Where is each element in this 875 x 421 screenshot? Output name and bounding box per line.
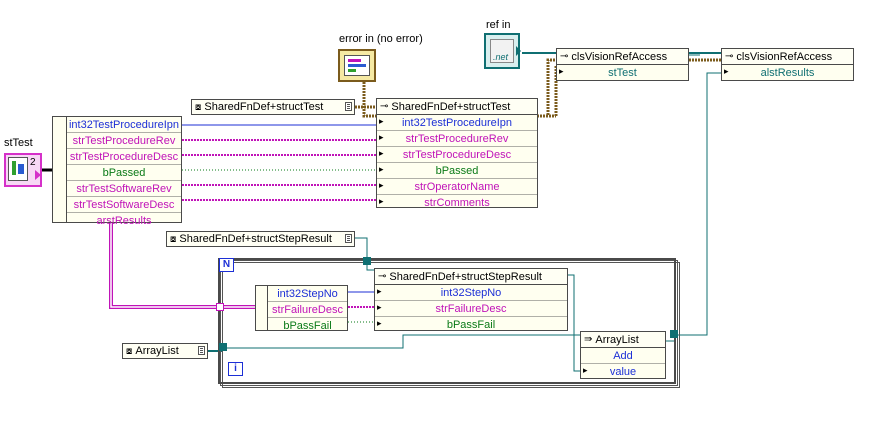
bundle-item[interactable]: ▸ strTestProcedureDesc [377, 147, 537, 163]
property-item[interactable]: ▸ alstResults [722, 65, 853, 80]
ref-tunnel-in[interactable] [219, 343, 227, 351]
loop-count-terminal[interactable]: N [219, 258, 234, 272]
invoke-arrow-icon: ⇛ [584, 334, 593, 345]
property-header: ⊸ clsVisionRefAccess [722, 49, 853, 65]
wires-unbundle-to-bundle[interactable] [182, 124, 376, 201]
input-arrow-icon: ▸ [377, 318, 382, 328]
stepresult-tunnel[interactable] [363, 257, 371, 265]
key-icon: ⊸ [725, 51, 734, 62]
key-icon: ⊸ [560, 51, 569, 62]
wire-bundle-out[interactable] [537, 58, 556, 118]
ref-in-label: ref in [486, 19, 511, 31]
error-cluster-icon [344, 55, 370, 76]
bundle-item[interactable]: ▸ strComments [377, 195, 537, 210]
bundle-item[interactable]: ▸ bPassFail [375, 317, 567, 332]
bundle-item[interactable]: ▸ strOperatorName [377, 179, 537, 195]
unbundle-by-name-sttest[interactable]: int32TestProcedureIpn strTestProcedureRe… [52, 116, 182, 227]
bundle-header: ⊸ SharedFnDef+structTest [377, 99, 537, 115]
property-header: ⊸ clsVisionRefAccess [557, 49, 688, 65]
bundle-by-name-stepresult[interactable]: ⊸ SharedFnDef+structStepResult ▸ int32Ste… [374, 268, 568, 331]
input-arrow-icon: ▸ [379, 180, 384, 190]
terminal-arrow-icon [516, 46, 521, 56]
input-arrow-icon: ▸ [583, 365, 588, 375]
invoke-class: ArrayList [595, 333, 639, 346]
stepresult-constant[interactable]: ⧇ SharedFnDef+structStepResult [166, 231, 355, 247]
stepresult-constant-label: SharedFnDef+structStepResult [179, 233, 332, 245]
bundle-item[interactable]: ▸ int32TestProcedureIpn [377, 115, 537, 131]
loop-iteration-terminal: i [228, 362, 243, 376]
unbundle-item[interactable]: int32TestProcedureIpn [67, 117, 181, 133]
bundle-item[interactable]: ▸ bPassed [377, 163, 537, 179]
class-constant-icon: ⧇ [170, 233, 177, 245]
input-arrow-icon: ▸ [379, 116, 384, 126]
class-constant-icon: ⧇ [195, 101, 202, 113]
key-icon: ⊸ [380, 101, 389, 112]
input-arrow-icon: ▸ [379, 164, 384, 174]
bundle-item[interactable]: ▸ int32StepNo [375, 285, 567, 301]
sttest-label: stTest [4, 137, 33, 149]
bundle-header: ⊸ SharedFnDef+structStepResult [375, 269, 567, 285]
invoke-header: ⇛ ArrayList [581, 332, 665, 348]
unbundle-item[interactable]: bPassed [67, 165, 181, 181]
dotnet-ref-icon: .net [490, 39, 514, 63]
input-arrow-icon: ▸ [379, 148, 384, 158]
sttest-terminal[interactable]: 2 [4, 153, 42, 187]
input-arrow-icon: ▸ [377, 286, 382, 296]
unbundle-item[interactable]: strFailureDesc [268, 302, 347, 318]
error-in-label: error in (no error) [339, 33, 423, 45]
error-in-terminal[interactable] [338, 49, 376, 82]
invoke-param[interactable]: ▸ value [581, 364, 665, 379]
sttest-index: 2 [30, 157, 36, 168]
unbundle-item[interactable]: strTestProcedureDesc [67, 149, 181, 165]
input-arrow-icon: ▸ [377, 302, 382, 312]
cluster-icon [8, 157, 28, 181]
bundle-item[interactable]: ▸ strTestProcedureRev [377, 131, 537, 147]
arraylist-constant-label: ArrayList [135, 345, 179, 357]
constant-menu-icon[interactable] [198, 346, 205, 355]
property-class: clsVisionRefAccess [571, 50, 668, 63]
key-icon: ⊸ [378, 271, 387, 282]
ref-tunnel-out[interactable] [670, 330, 678, 338]
property-node-stTest[interactable]: ⊸ clsVisionRefAccess ▸ stTest [556, 48, 689, 81]
unbundle-item[interactable]: strTestProcedureRev [67, 133, 181, 149]
property-class: clsVisionRefAccess [736, 50, 833, 63]
auto-index-tunnel[interactable] [216, 303, 224, 311]
structtest-constant-label: SharedFnDef+structTest [204, 101, 324, 113]
bundle-title: SharedFnDef+structStepResult [389, 270, 542, 283]
constant-menu-icon[interactable] [345, 102, 352, 111]
class-constant-icon: ⧇ [126, 345, 133, 357]
unbundle-item[interactable]: int32StepNo [268, 286, 347, 302]
constant-menu-icon[interactable] [345, 234, 352, 243]
input-arrow-icon: ▸ [379, 196, 384, 206]
input-arrow-icon: ▸ [559, 66, 564, 76]
input-arrow-icon: ▸ [724, 66, 729, 76]
bundle-by-name-structtest[interactable]: ⊸ SharedFnDef+structTest ▸ int32TestProce… [376, 98, 538, 210]
invoke-node-arraylist[interactable]: ⇛ ArrayList Add ▸ value [580, 331, 666, 379]
terminal-arrow-icon [35, 170, 41, 180]
unbundle-by-name-step[interactable]: int32StepNo strFailureDesc bPassFail [255, 285, 348, 333]
structtest-constant[interactable]: ⧇ SharedFnDef+structTest [191, 99, 355, 115]
unbundle-input-strip [53, 117, 67, 222]
ref-in-terminal[interactable]: .net [484, 33, 521, 69]
property-item[interactable]: ▸ stTest [557, 65, 688, 80]
unbundle-item[interactable]: bPassFail [268, 318, 347, 333]
bundle-title: SharedFnDef+structTest [391, 100, 511, 113]
bundle-item[interactable]: ▸ strFailureDesc [375, 301, 567, 317]
property-node-alstResults[interactable]: ⊸ clsVisionRefAccess ▸ alstResults [721, 48, 854, 81]
unbundle-item[interactable]: arstResults [67, 213, 181, 228]
unbundle-item[interactable]: strTestSoftwareDesc [67, 197, 181, 213]
unbundle-item[interactable]: strTestSoftwareRev [67, 181, 181, 197]
input-arrow-icon: ▸ [379, 132, 384, 142]
arraylist-constant[interactable]: ⧇ ArrayList [122, 343, 208, 359]
unbundle-input-strip [256, 286, 268, 330]
invoke-method[interactable]: Add [581, 348, 665, 364]
